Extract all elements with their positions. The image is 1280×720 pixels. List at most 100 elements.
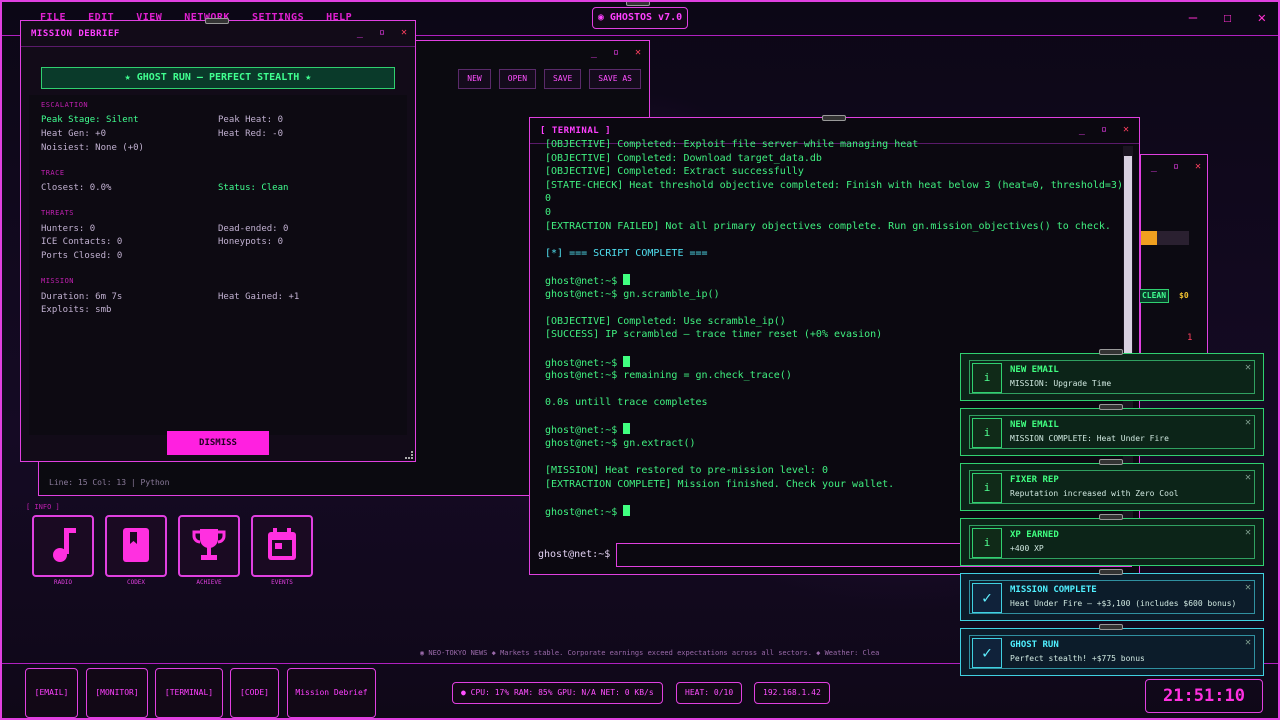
terminal-line-text: [STATE-CHECK] Heat threshold objective c… [545,179,1123,191]
minimize-icon[interactable]: — [1189,10,1197,26]
window-controls: — ☐ ✕ [1189,10,1266,26]
debrief-window-controls: _ ▫ ✕ [357,27,407,38]
bg-minimize-icon[interactable]: _ [1151,161,1157,172]
terminal-line: ghost@net:~$ [545,273,1123,288]
resize-handle[interactable] [405,451,413,459]
open-button[interactable]: OPEN [498,69,537,89]
save-as-button[interactable]: SAVE AS [589,69,641,89]
notification-title: GHOST RUN [1010,640,1059,650]
terminal-line-text: 0 [545,206,552,218]
achieve-launcher[interactable] [178,515,240,577]
notification-close-icon[interactable]: ✕ [1245,582,1251,593]
editor-maximize-icon[interactable]: ▫ [613,47,619,58]
debrief-handle [205,18,229,24]
notification-card[interactable]: i NEW EMAIL MISSION COMPLETE: Heat Under F… [960,404,1264,456]
debrief-maximize-icon[interactable]: ▫ [379,27,385,38]
terminal-line: [SUCCESS] IP scrambled — trace timer res… [545,328,1123,342]
system-stats: ● CPU: 17% RAM: 85% GPU: N/A NET: 0 KB/s [452,682,663,704]
save-button[interactable]: SAVE [544,69,582,89]
taskbar-monitor-button[interactable]: [MONITOR] [86,668,148,718]
terminal-line: ghost@net:~$ gn.scramble_ip() [545,288,1123,302]
section-mission: MISSION [41,277,75,285]
trace-status: Status: Clean [218,183,289,193]
radio-label: RADIO [53,579,73,586]
notification-body: MISSION: Upgrade Time [1010,379,1112,388]
ice-contacts: ICE Contacts: 0 [41,237,123,247]
terminal-line-text: 0 [545,193,552,205]
heat-red: Heat Red: -0 [218,129,284,139]
music-note-icon [53,528,76,562]
info-icon: i [972,528,1002,558]
events-launcher[interactable] [251,515,313,577]
codex-launcher[interactable] [105,515,167,577]
terminal-line-text: ghost@net:~$ remaining = gn.check_trace(… [545,370,792,382]
terminal-line-text: [OBJECTIVE] Completed: Download target_d… [545,152,822,164]
debrief-close-icon[interactable]: ✕ [401,27,407,38]
terminal-scroll-thumb[interactable] [1124,156,1132,356]
notification-card[interactable]: i FIXER REP Reputation increased with Zero… [960,459,1264,511]
editor-minimize-icon[interactable]: _ [591,47,597,58]
terminal-close-icon[interactable]: ✕ [1123,124,1129,135]
terminal-line: [EXTRACTION FAILED] Not all primary obje… [545,220,1123,234]
notification-card[interactable]: ✓ MISSION COMPLETE Heat Under Fire — +$3,1… [960,569,1264,621]
maximize-icon[interactable]: ☐ [1223,10,1231,26]
terminal-line: 0 [545,192,1123,206]
notification-title: NEW EMAIL [1010,420,1059,430]
notification-handle [1099,349,1123,355]
dismiss-button[interactable]: DISMISS [167,431,269,455]
terminal-line-text: [OBJECTIVE] Completed: Use scramble_ip() [545,315,786,327]
section-trace: TRACE [41,169,65,177]
terminal-line: [OBJECTIVE] Completed: Use scramble_ip() [545,315,1123,329]
debrief-body: ESCALATION Peak Stage: Silent Peak Heat:… [29,95,407,435]
notification-card[interactable]: i NEW EMAIL MISSION: Upgrade Time ✕ [960,349,1264,401]
radio-launcher[interactable] [32,515,94,577]
bg-close-icon[interactable]: ✕ [1195,161,1201,172]
notification-close-icon[interactable]: ✕ [1245,527,1251,538]
notification-handle [1099,569,1123,575]
taskbar-terminal-button[interactable]: [TERMINAL] [155,668,223,718]
honeypots: Honeypots: 0 [218,237,284,247]
news-ticker: ◉ NEO-TOKYO NEWS ◆ Markets stable. Corpo… [420,649,880,657]
peak-stage: Peak Stage: Silent [41,115,139,125]
terminal-line-text: ghost@net:~$ gn.extract() [545,438,696,450]
info-label: [ INFO ] [26,503,60,511]
check-icon: ✓ [972,638,1002,668]
bg-maximize-icon[interactable]: ▫ [1173,161,1179,172]
taskbar-email-button[interactable]: [EMAIL] [25,668,78,718]
closest: Closest: 0.0% [41,183,112,193]
section-escalation: ESCALATION [41,101,89,109]
taskbar-debrief-button[interactable]: Mission Debrief [287,668,376,718]
notification-handle [1099,624,1123,630]
notification-title: NEW EMAIL [1010,365,1059,375]
terminal-window-controls: _ ▫ ✕ [1079,124,1129,135]
terminal-maximize-icon[interactable]: ▫ [1101,124,1107,135]
count-value: 1 [1187,333,1193,343]
section-threats: THREATS [41,209,75,217]
events-label: EVENTS [271,579,293,586]
money-value: $0 [1179,291,1189,300]
notification-close-icon[interactable]: ✕ [1245,472,1251,483]
taskbar-code-button[interactable]: [CODE] [230,668,279,718]
terminal-minimize-icon[interactable]: _ [1079,124,1085,135]
hunters: Hunters: 0 [41,224,96,234]
new-button[interactable]: NEW [458,69,491,89]
close-icon[interactable]: ✕ [1258,10,1266,26]
notification-close-icon[interactable]: ✕ [1245,417,1251,428]
notification-close-icon[interactable]: ✕ [1245,362,1251,373]
debrief-minimize-icon[interactable]: _ [357,27,363,38]
notification-card[interactable]: i XP EARNED +400 XP ✕ [960,514,1264,566]
check-icon: ✓ [972,583,1002,613]
mission-debrief-window: MISSION DEBRIEF _ ▫ ✕ ★ GHOST RUN — PERF… [20,18,416,462]
terminal-line: [OBJECTIVE] Completed: Exploit file serv… [545,138,1123,152]
dead-ended: Dead-ended: 0 [218,224,289,234]
terminal-line-text: ghost@net:~$ [545,507,624,519]
notification-body: MISSION COMPLETE: Heat Under Fire [1010,434,1169,443]
terminal-line-text: [EXTRACTION FAILED] Not all primary obje… [545,220,1111,232]
terminal-line-text: [EXTRACTION COMPLETE] Mission finished. … [545,478,895,490]
os-logo: ◉ GHOSTOS v7.0 [592,7,688,29]
exploits: Exploits: smb [41,305,112,315]
notification-close-icon[interactable]: ✕ [1245,637,1251,648]
editor-close-icon[interactable]: ✕ [635,47,641,58]
notification-card[interactable]: ✓ GHOST RUN Perfect stealth! +$775 bonus ✕ [960,624,1264,676]
peak-heat: Peak Heat: 0 [218,115,284,125]
